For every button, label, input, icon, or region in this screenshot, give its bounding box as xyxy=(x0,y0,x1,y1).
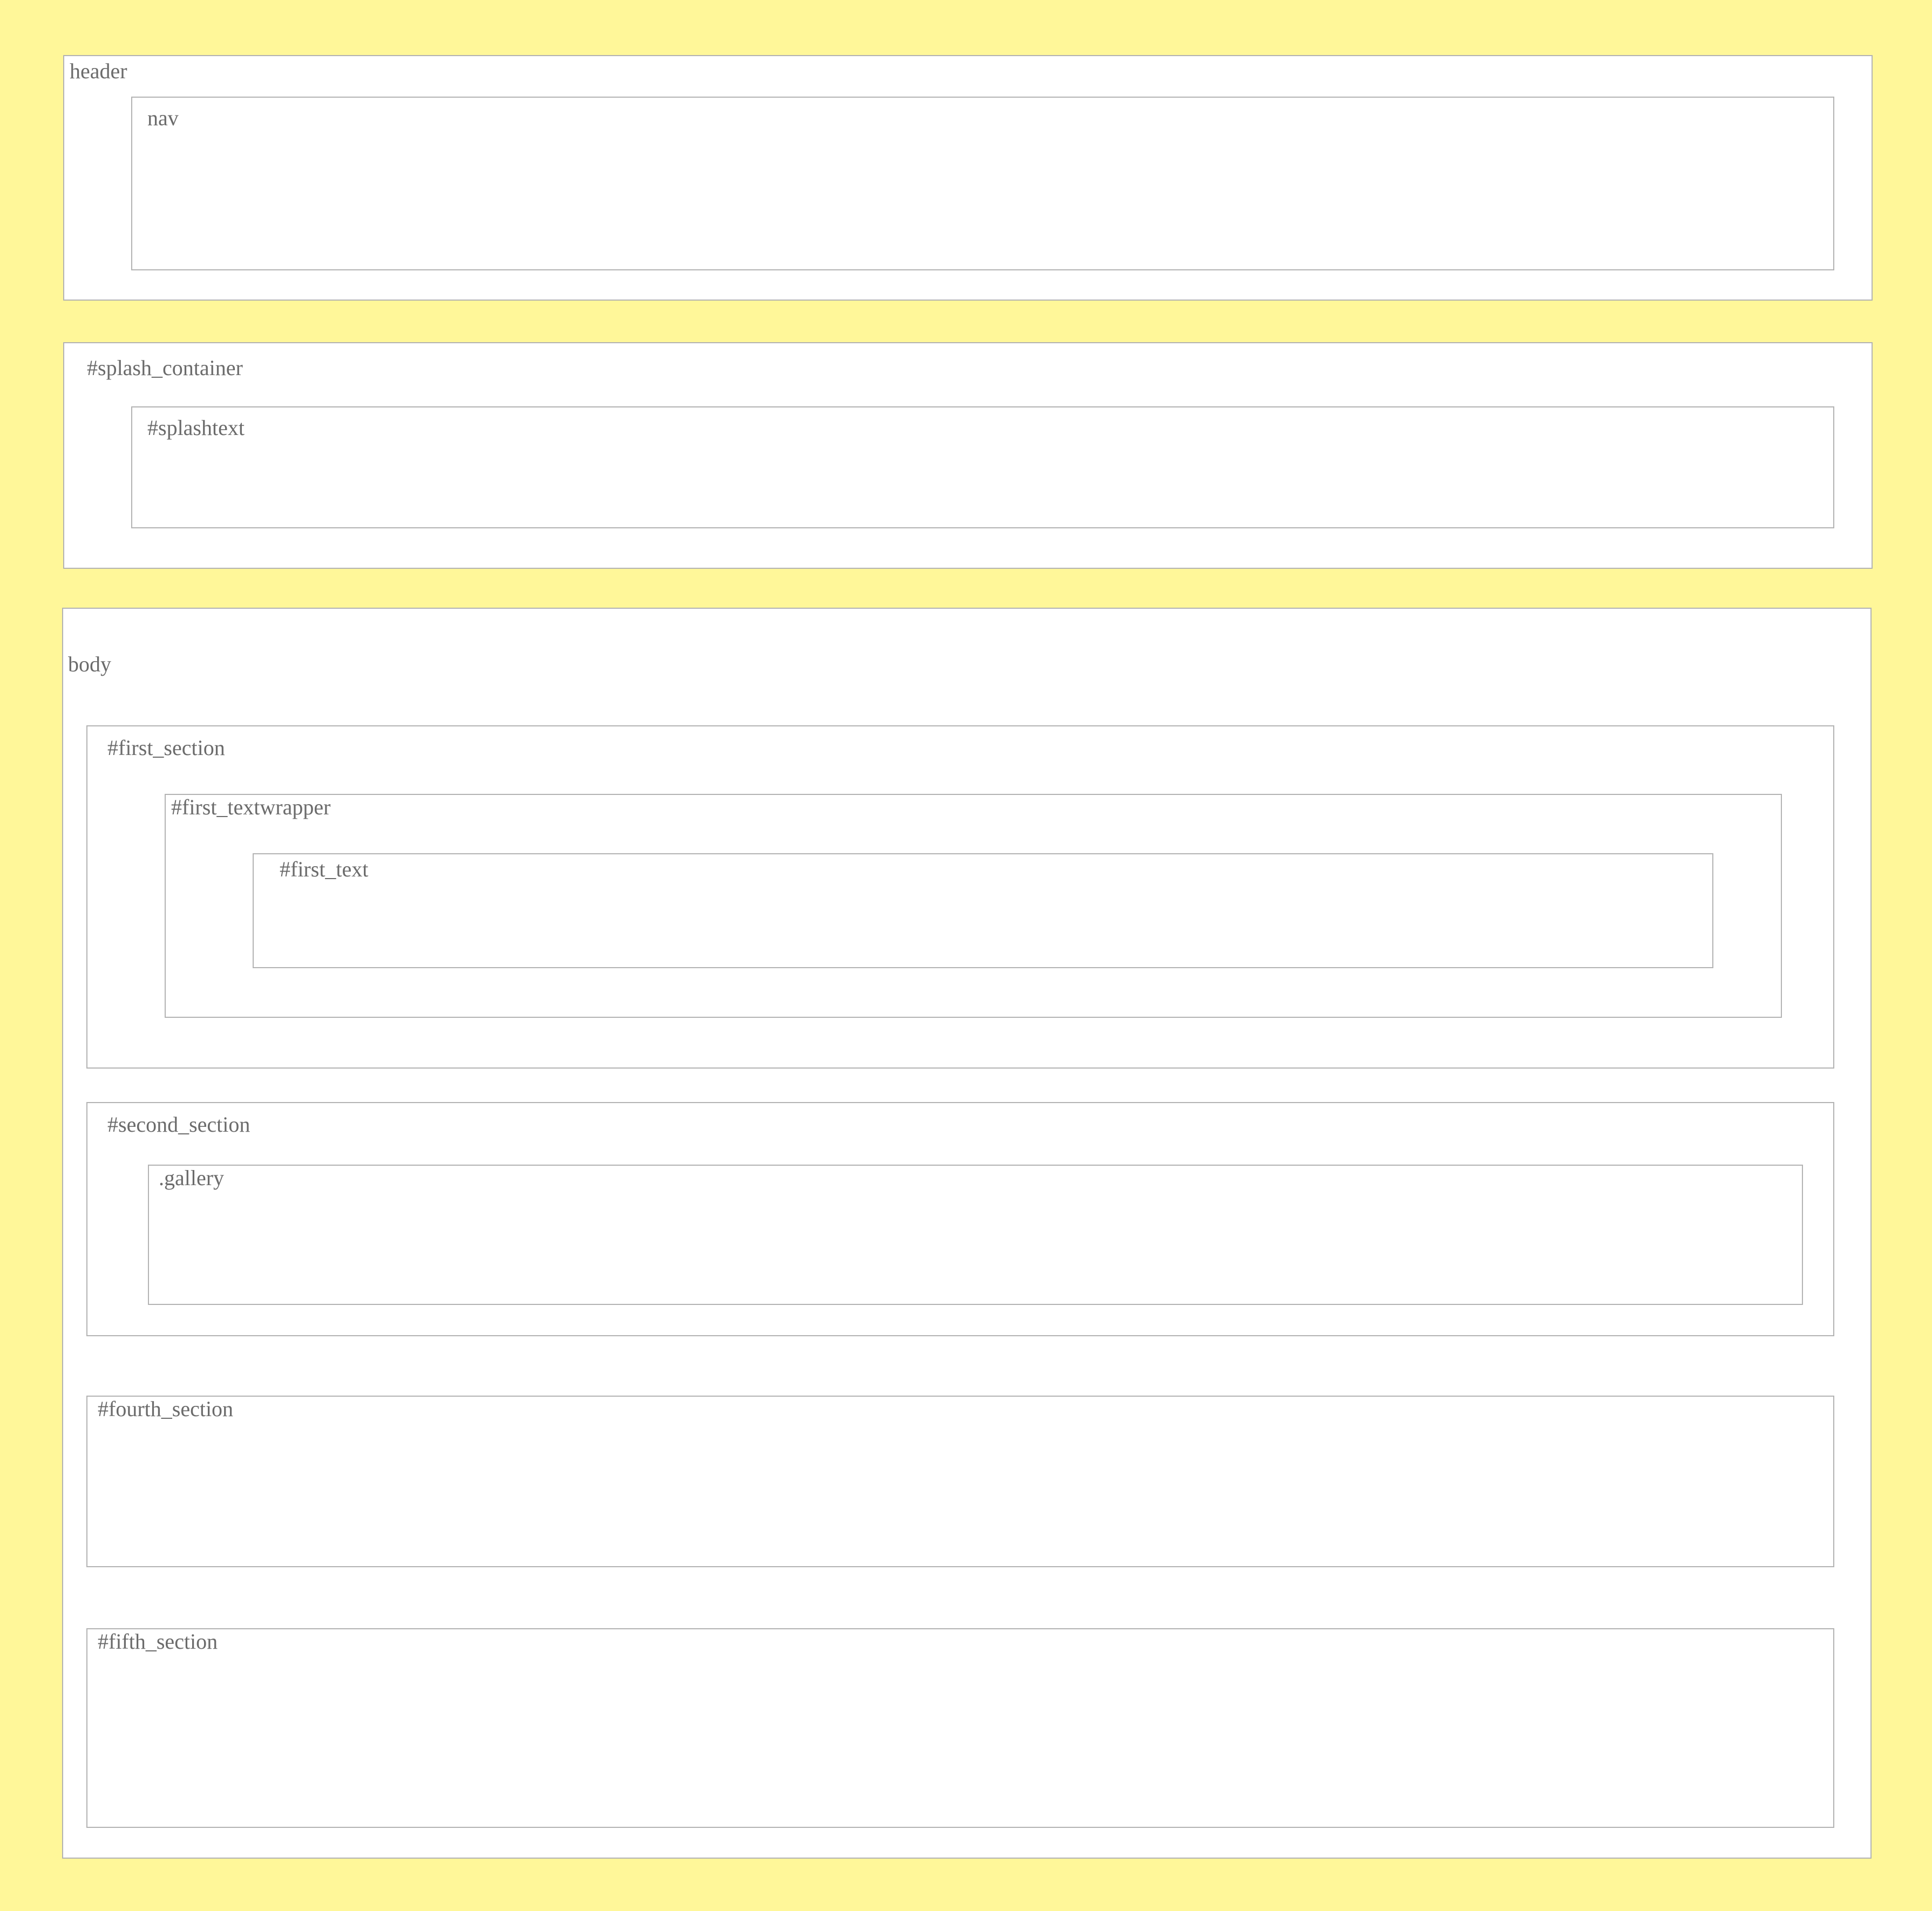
header-box: header nav xyxy=(63,55,1873,301)
nav-label: nav xyxy=(147,106,179,130)
fourth-section-label: #fourth_section xyxy=(98,1397,234,1421)
first-section-label: #first_section xyxy=(107,736,225,760)
splash-container-box: #splash_container #splashtext xyxy=(63,342,1873,569)
fifth-section-label: #fifth_section xyxy=(98,1629,218,1654)
second-section-box: #second_section .gallery xyxy=(86,1102,1834,1336)
body-box: body #first_section #first_textwrapper #… xyxy=(62,608,1872,1859)
nav-box: nav xyxy=(131,97,1834,270)
fifth-section-box: #fifth_section xyxy=(86,1628,1834,1828)
first-textwrapper-label: #first_textwrapper xyxy=(171,795,331,819)
splashtext-label: #splashtext xyxy=(147,416,245,440)
fourth-section-box: #fourth_section xyxy=(86,1396,1834,1567)
splashtext-box: #splashtext xyxy=(131,406,1834,528)
gallery-label: .gallery xyxy=(159,1166,225,1190)
second-section-label: #second_section xyxy=(107,1112,250,1137)
first-section-box: #first_section #first_textwrapper #first… xyxy=(86,725,1834,1069)
first-text-box: #first_text xyxy=(253,853,1713,968)
first-text-label: #first_text xyxy=(280,857,369,881)
header-label: header xyxy=(70,59,127,83)
splash-container-label: #splash_container xyxy=(87,356,243,380)
gallery-box: .gallery xyxy=(148,1165,1803,1305)
body-label: body xyxy=(68,652,111,676)
first-textwrapper-box: #first_textwrapper #first_text xyxy=(165,794,1782,1018)
